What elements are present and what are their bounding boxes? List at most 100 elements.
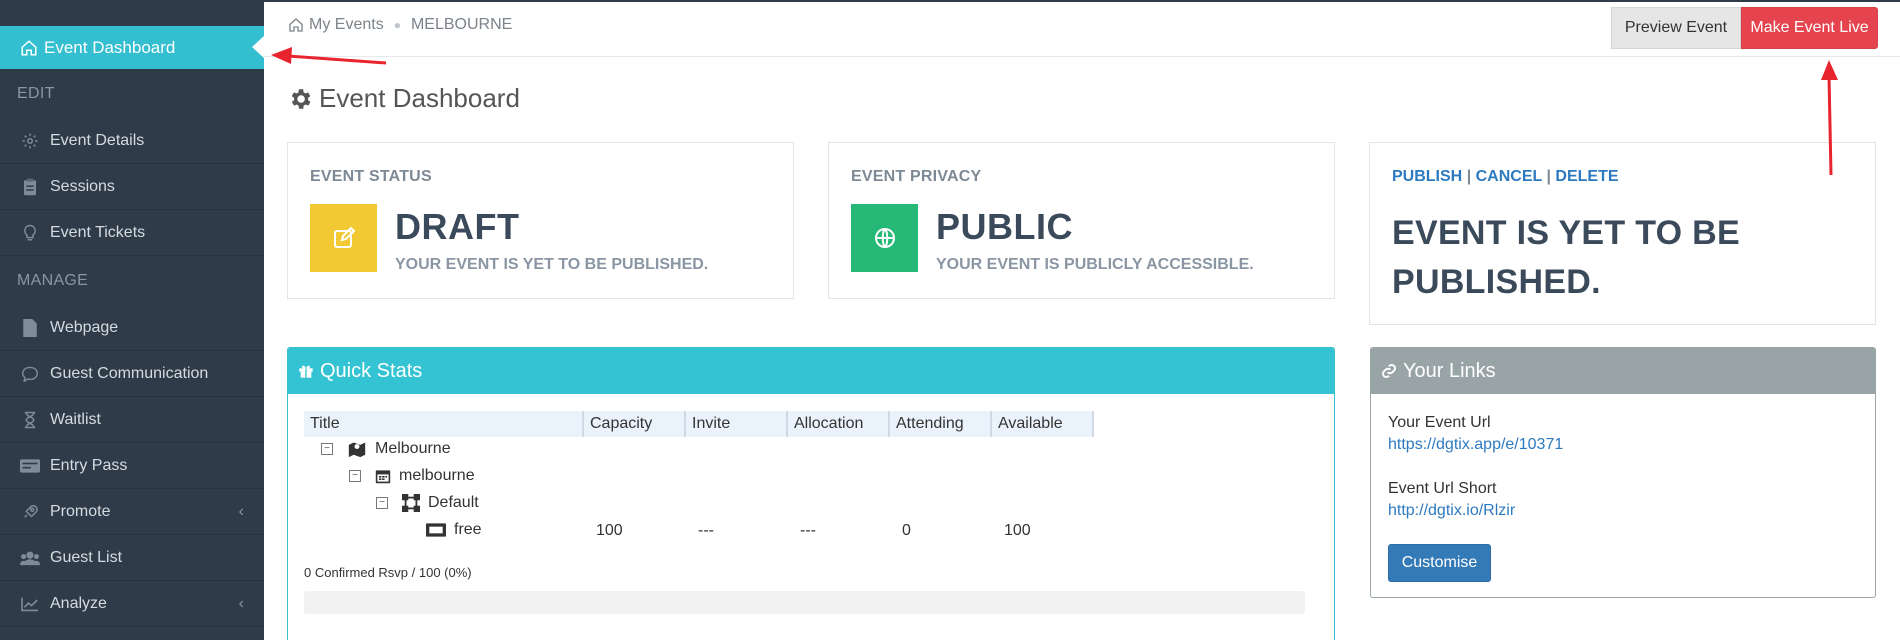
home-icon <box>21 39 37 55</box>
sidebar-item-label: Guest List <box>50 548 123 566</box>
file-icon <box>20 318 40 338</box>
cell-available: 100 <box>1004 522 1031 539</box>
collapse-toggle[interactable]: − <box>376 497 388 509</box>
sidebar-item-entry-pass[interactable]: Entry Pass <box>0 443 264 489</box>
users-icon <box>20 548 40 568</box>
sidebar-item-guest-communication[interactable]: Guest Communication <box>0 351 264 397</box>
breadcrumb-separator: ● <box>393 18 401 32</box>
delete-link[interactable]: DELETE <box>1555 168 1618 185</box>
tree-node-label: Melbourne <box>375 440 451 457</box>
sidebar-item-label: Entry Pass <box>50 456 128 474</box>
home-icon <box>289 18 303 32</box>
event-url-short-link[interactable]: http://dgtix.io/Rlzir <box>1388 502 1515 520</box>
breadcrumb-current: MELBOURNE <box>410 16 513 33</box>
event-status-sub: YOUR EVENT IS YET TO BE PUBLISHED. <box>395 256 709 273</box>
sidebar-item-label: Event Tickets <box>50 223 146 241</box>
gear-icon <box>20 131 40 151</box>
chevron-left-icon: ‹ <box>238 502 244 520</box>
link-icon <box>1382 364 1396 378</box>
customise-button[interactable]: Customise <box>1388 544 1491 582</box>
rocket-icon <box>20 502 40 522</box>
sidebar-item-sessions[interactable]: Sessions <box>0 164 264 210</box>
event-url-short-label: Event Url Short <box>1388 480 1497 497</box>
sidebar-item-analyze[interactable]: Analyze ‹ <box>0 581 264 627</box>
active-indicator <box>252 36 264 58</box>
sidebar-item-label: Analyze <box>50 594 107 612</box>
event-status-label: EVENT STATUS <box>310 168 432 185</box>
hourglass-icon <box>20 410 40 430</box>
sidebar-item-webpage[interactable]: Webpage <box>0 305 264 351</box>
sidebar-item-guest-list[interactable]: Guest List <box>0 535 264 581</box>
globe-icon <box>851 204 918 272</box>
column-header-capacity[interactable]: Capacity <box>584 411 686 437</box>
collapse-toggle[interactable]: − <box>349 470 361 482</box>
card-icon <box>20 456 40 476</box>
tree-node-label: free <box>454 521 482 538</box>
column-header-invite[interactable]: Invite <box>686 411 788 437</box>
tree-node-venue[interactable]: − Melbourne <box>321 440 451 458</box>
vector-square-icon <box>402 494 420 512</box>
make-event-live-button[interactable]: Make Event Live <box>1741 7 1878 49</box>
your-links-panel: Your Links Your Event Url https://dgtix.… <box>1370 347 1876 598</box>
breadcrumb-my-events[interactable]: My Events <box>309 16 384 34</box>
cell-allocation: --- <box>800 522 816 539</box>
column-header-title[interactable]: Title <box>304 411 584 437</box>
app-root: Event Dashboard EDIT Event Details Sessi… <box>0 0 1900 640</box>
sidebar-section-manage: MANAGE <box>17 272 89 289</box>
page-title-text: Event Dashboard <box>319 83 520 113</box>
publish-link[interactable]: PUBLISH <box>1392 168 1462 185</box>
clipboard-icon <box>20 177 40 197</box>
sidebar-item-label: Event Details <box>50 131 145 149</box>
lightbulb-icon <box>20 223 40 243</box>
chevron-left-icon: ‹ <box>238 594 244 612</box>
sidebar: Event Dashboard EDIT Event Details Sessi… <box>0 0 264 640</box>
your-links-title: Your Links <box>1403 359 1496 382</box>
event-privacy-card: EVENT PRIVACY PUBLIC YOUR EVENT IS PUBLI… <box>828 142 1335 299</box>
event-privacy-value: PUBLIC <box>936 206 1073 247</box>
gear-icon <box>291 88 311 109</box>
action-separator: | <box>1466 168 1472 185</box>
sidebar-item-waitlist[interactable]: Waitlist <box>0 397 264 443</box>
cell-capacity: 100 <box>596 522 623 539</box>
chart-icon <box>20 594 40 614</box>
quick-stats-title: Quick Stats <box>320 359 423 382</box>
publish-status-message: EVENT IS YET TO BE PUBLISHED. <box>1392 214 1741 301</box>
stats-table-header: Title Capacity Invite Allocation Attendi… <box>304 411 1094 437</box>
calendar-icon <box>375 468 391 484</box>
preview-event-button[interactable]: Preview Event <box>1611 7 1741 49</box>
sidebar-item-label: Sessions <box>50 177 115 195</box>
sidebar-item-label: Promote <box>50 502 111 520</box>
event-status-value: DRAFT <box>395 206 520 247</box>
event-privacy-sub: YOUR EVENT IS PUBLICLY ACCESSIBLE. <box>936 256 1254 273</box>
sidebar-item-event-details[interactable]: Event Details <box>0 118 264 164</box>
cancel-link[interactable]: CANCEL <box>1476 168 1542 185</box>
map-marker-icon <box>347 440 367 458</box>
action-links: PUBLISH | CANCEL | DELETE <box>1392 168 1619 186</box>
event-url-label: Your Event Url <box>1388 414 1491 431</box>
page-title: Event Dashboard <box>287 83 520 114</box>
sidebar-item-label: Event Dashboard <box>44 37 176 57</box>
event-status-card: EVENT STATUS DRAFT YOUR EVENT IS YET TO … <box>287 142 794 299</box>
gift-icon <box>299 365 313 378</box>
sidebar-item-promote[interactable]: Promote ‹ <box>0 489 264 535</box>
column-header-attending[interactable]: Attending <box>890 411 992 437</box>
tree-node-default[interactable]: − Default <box>376 494 479 512</box>
rsvp-progress-bar <box>304 591 1305 614</box>
column-header-available[interactable]: Available <box>992 411 1094 437</box>
sidebar-section-edit: EDIT <box>17 85 55 102</box>
edit-icon <box>310 204 377 272</box>
chat-icon <box>20 364 40 384</box>
column-header-allocation[interactable]: Allocation <box>788 411 890 437</box>
sidebar-item-event-dashboard[interactable]: Event Dashboard <box>0 26 264 69</box>
quick-stats-panel: Quick Stats Title Capacity Invite Alloca… <box>287 347 1335 640</box>
event-privacy-label: EVENT PRIVACY <box>851 168 982 185</box>
rsvp-summary: 0 Confirmed Rsvp / 100 (0%) <box>304 565 472 580</box>
event-url-link[interactable]: https://dgtix.app/e/10371 <box>1388 436 1563 454</box>
quick-stats-header: Quick Stats <box>288 348 1334 394</box>
tree-node-date[interactable]: − melbourne <box>349 467 475 485</box>
tree-node-ticket[interactable]: free <box>426 521 482 539</box>
sidebar-item-label: Webpage <box>50 318 119 336</box>
collapse-toggle[interactable]: − <box>321 443 333 455</box>
your-links-header: Your Links <box>1371 348 1875 394</box>
sidebar-item-event-tickets[interactable]: Event Tickets <box>0 210 264 256</box>
